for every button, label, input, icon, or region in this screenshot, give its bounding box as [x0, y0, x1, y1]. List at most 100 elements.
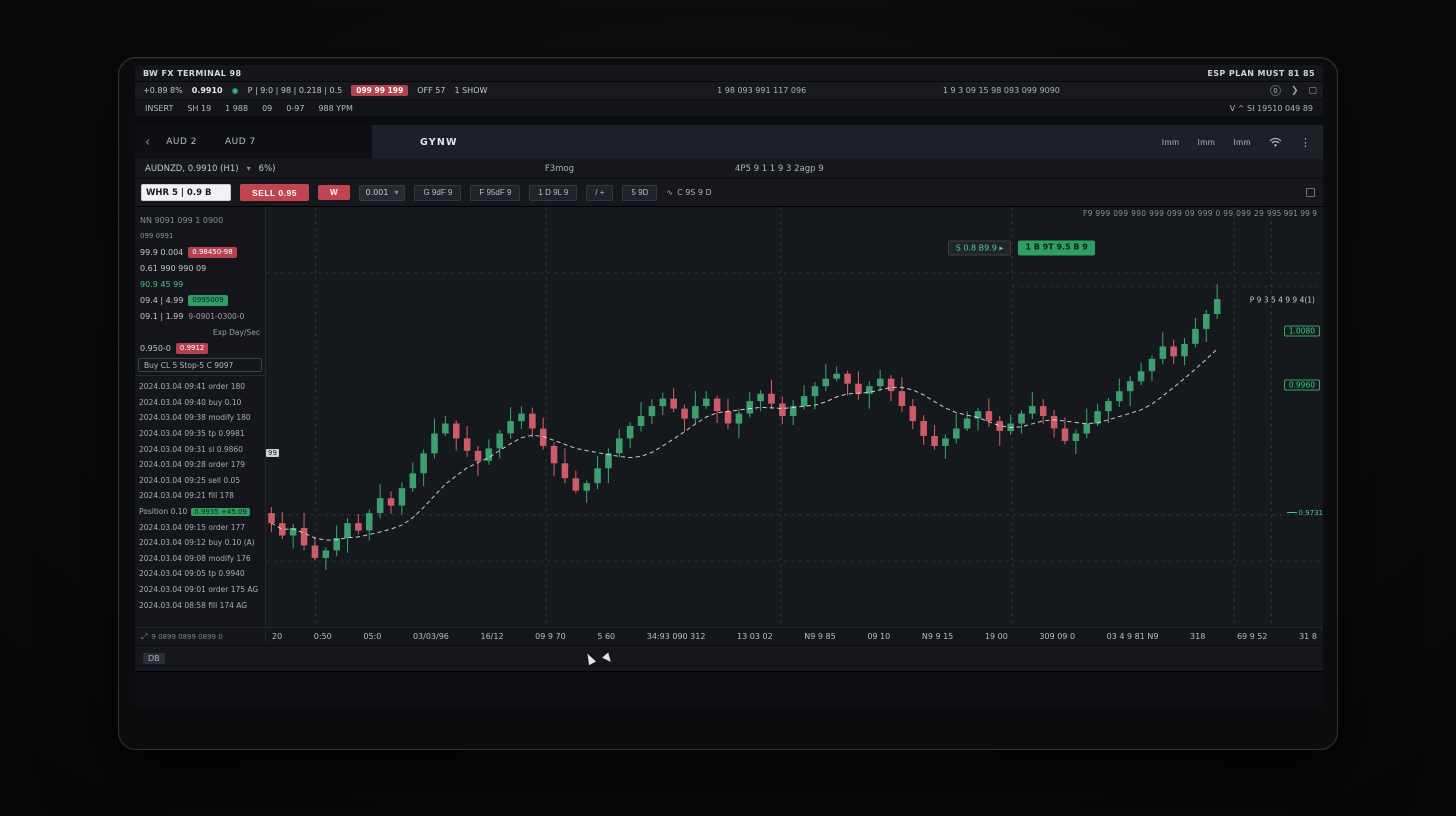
menu-item[interactable]: 0-97 [286, 104, 304, 113]
market-watch-panel: NN 9091 099 1 0900 099 099199.9 0.0040.98… [135, 207, 266, 627]
quote-row[interactable]: Exp Day/Sec [135, 324, 265, 340]
quote-label: Buy CL 5 Stop-5 C 9097 [144, 361, 233, 370]
alert-badge[interactable]: 099 99 199 [351, 85, 408, 96]
buy-position-chip[interactable]: 1 B 9T 9.5 B 9 [1018, 241, 1094, 256]
wifi-icon[interactable] [1269, 137, 1282, 147]
lot-size-select[interactable]: 0.001 ▾ [359, 185, 406, 201]
instrument-label[interactable]: AUDNZD, 0.9910 (H1) [145, 164, 239, 174]
history-row[interactable]: 2024.03.04 09:01 order 175 AG [135, 582, 265, 598]
history-row[interactable]: 2024.03.04 08:58 fill 174 AG [135, 597, 265, 613]
history-text: 2024.03.04 09:21 fill 178 [139, 491, 234, 500]
db-chip[interactable]: DB [143, 653, 165, 664]
quote-row[interactable]: 0.950-00.9912 [135, 340, 265, 356]
symbol-tab[interactable]: AUD 7 [215, 133, 266, 151]
quote-badge[interactable]: 0995009 [188, 295, 227, 306]
chevron-down-icon[interactable]: ▾ [247, 164, 251, 173]
quote-row[interactable]: 0.61 990 990 09 [135, 260, 265, 276]
status-bar [135, 671, 1323, 707]
time-axis[interactable]: ⤢ 9 0899 0899 0899 0 200:5005:003/03/961… [135, 627, 1323, 645]
expand-icon[interactable] [1306, 188, 1315, 197]
toolbar-button[interactable]: 1 D 9L 9 [529, 185, 577, 201]
current-price: 0.9910 [192, 86, 223, 95]
quote-row[interactable]: 90.9 45 99 [135, 276, 265, 292]
toolbar-button[interactable]: / + [586, 185, 613, 201]
quote-label: 0.61 990 990 09 [140, 264, 206, 273]
history-text: 2024.03.04 09:38 modify 180 [139, 413, 251, 422]
history-row[interactable]: Position 0.100.9935 +45.09 [135, 504, 265, 520]
candlestick-chart[interactable] [266, 207, 1323, 627]
menu-right-info: V ^ SI 19510 049 89 [1230, 104, 1313, 113]
time-axis-label: 5 60 [597, 632, 615, 641]
history-row[interactable]: 2024.03.04 09:21 fill 178 [135, 488, 265, 504]
price-tag[interactable]: 0.9960 [1284, 379, 1320, 390]
history-row[interactable]: 2024.03.04 09:35 tp 0.9981 [135, 426, 265, 442]
time-axis-left-info: 9 0899 0899 0899 0 [151, 633, 222, 641]
back-chevron-icon[interactable]: ‹ [145, 136, 150, 149]
window-icon[interactable]: ▢ [1308, 86, 1317, 96]
menu-item[interactable]: 09 [262, 104, 272, 113]
clock-icon[interactable]: ⤢ [141, 632, 147, 642]
history-row[interactable]: 2024.03.04 09:41 order 180 [135, 379, 265, 395]
chart-area[interactable]: F9 999 099 990 999 099 09 999 0 99 099 2… [266, 207, 1323, 627]
quote-row[interactable]: NN 9091 099 1 0900 [135, 212, 265, 228]
chart-legend-right: 5 991 99 9 [1276, 209, 1317, 218]
power-icon[interactable]: ❯ [1291, 86, 1299, 96]
show-label[interactable]: 1 SHOW [454, 86, 487, 95]
history-row[interactable]: 2024.03.04 09:25 sell 0.05 [135, 473, 265, 489]
time-axis-label: 03/03/96 [413, 632, 449, 641]
indicator-label: C 9S 9 D [677, 188, 712, 197]
quote-badge[interactable]: 0.9912 [176, 343, 209, 354]
pointer-cursor-icon [584, 652, 596, 665]
notification-count[interactable]: 0 [1270, 85, 1281, 96]
active-tab-area: GYNW Imm Imm Imm ⋮ [372, 125, 1323, 159]
offset-label[interactable]: OFF 57 [417, 86, 445, 95]
quote-row[interactable]: 09.4 | 4.990995009 [135, 292, 265, 308]
quote-label: Exp Day/Sec [213, 328, 260, 337]
quote-label: NN 9091 099 1 0900 [140, 216, 223, 225]
kebab-menu-icon[interactable]: ⋮ [1300, 136, 1311, 149]
history-row[interactable]: 2024.03.04 09:05 tp 0.9940 [135, 566, 265, 582]
active-tab-label[interactable]: GYNW [420, 137, 458, 148]
toolbar-button[interactable]: 5 9D [622, 185, 657, 201]
sell-button[interactable]: SELL 0.95 [240, 184, 309, 201]
toolbar-buttons: G 9dF 9 F 95dF 9 1 D 9L 9 / + 5 9D [414, 185, 657, 201]
tab-bar: ‹ AUD 2 AUD 7 GYNW Imm Imm Imm ⋮ [135, 125, 1323, 159]
separator-strip [135, 117, 1323, 125]
quote-row[interactable]: 09.1 | 1.999-0901-0300-0 [135, 308, 265, 324]
time-axis-label: 16/12 [481, 632, 504, 641]
cursor-icons [586, 653, 612, 664]
history-text: 2024.03.04 09:35 tp 0.9981 [139, 429, 245, 438]
time-axis-label: 03 4 9 81 N9 [1107, 632, 1159, 641]
time-axis-label: 09 10 [867, 632, 890, 641]
timeframe-button[interactable]: Imm [1233, 137, 1251, 147]
history-row[interactable]: 2024.03.04 09:15 order 177 [135, 519, 265, 535]
menu-item[interactable]: SH 19 [187, 104, 211, 113]
symbol-tab[interactable]: AUD 2 [156, 133, 207, 151]
history-row[interactable]: 2024.03.04 09:08 modify 176 [135, 551, 265, 567]
symbol-input[interactable] [141, 184, 231, 201]
menu-bar: INSERT SH 19 1 988 09 0-97 988 YPM V ^ SI 195… [135, 100, 1323, 117]
quote-badge[interactable]: 0.98450-98 [188, 247, 236, 258]
toolbar-button[interactable]: G 9dF 9 [414, 185, 461, 201]
history-row[interactable]: 2024.03.04 09:28 order 179 [135, 457, 265, 473]
indicator-button[interactable]: ∿ C 9S 9 D [666, 185, 711, 201]
history-row[interactable]: 2024.03.04 09:40 buy 0.10 [135, 395, 265, 411]
quote-row[interactable]: 099 0991 [135, 228, 265, 244]
time-axis-label: N9 9 15 [922, 632, 953, 641]
quote-row[interactable]: Buy CL 5 Stop-5 C 9097 [138, 358, 262, 372]
menu-item[interactable]: 1 988 [225, 104, 248, 113]
menu-item[interactable]: 988 YPM [318, 104, 352, 113]
history-row[interactable]: 2024.03.04 09:31 sl 0.9860 [135, 441, 265, 457]
price-tag[interactable]: 1.0080 [1284, 325, 1320, 336]
sell-position-chip[interactable]: S 0.8 B9.9 ▸ [948, 241, 1012, 256]
timeframe-button[interactable]: Imm [1198, 137, 1216, 147]
account-info: 1 9 3 09 15 98 093 099 9090 [943, 86, 1060, 95]
history-row[interactable]: 2024.03.04 09:12 buy 0.10 (A) [135, 535, 265, 551]
buy-button[interactable]: W [318, 185, 350, 200]
toolbar-button[interactable]: F 95dF 9 [470, 185, 520, 201]
menu-item[interactable]: INSERT [145, 104, 173, 113]
timeframe-button[interactable]: Imm [1162, 137, 1180, 147]
quote-row[interactable]: 99.9 0.0040.98450-98 [135, 244, 265, 260]
history-row[interactable]: 2024.03.04 09:38 modify 180 [135, 410, 265, 426]
ticker-center-info: 1 98 093 991 117 096 [717, 86, 806, 95]
